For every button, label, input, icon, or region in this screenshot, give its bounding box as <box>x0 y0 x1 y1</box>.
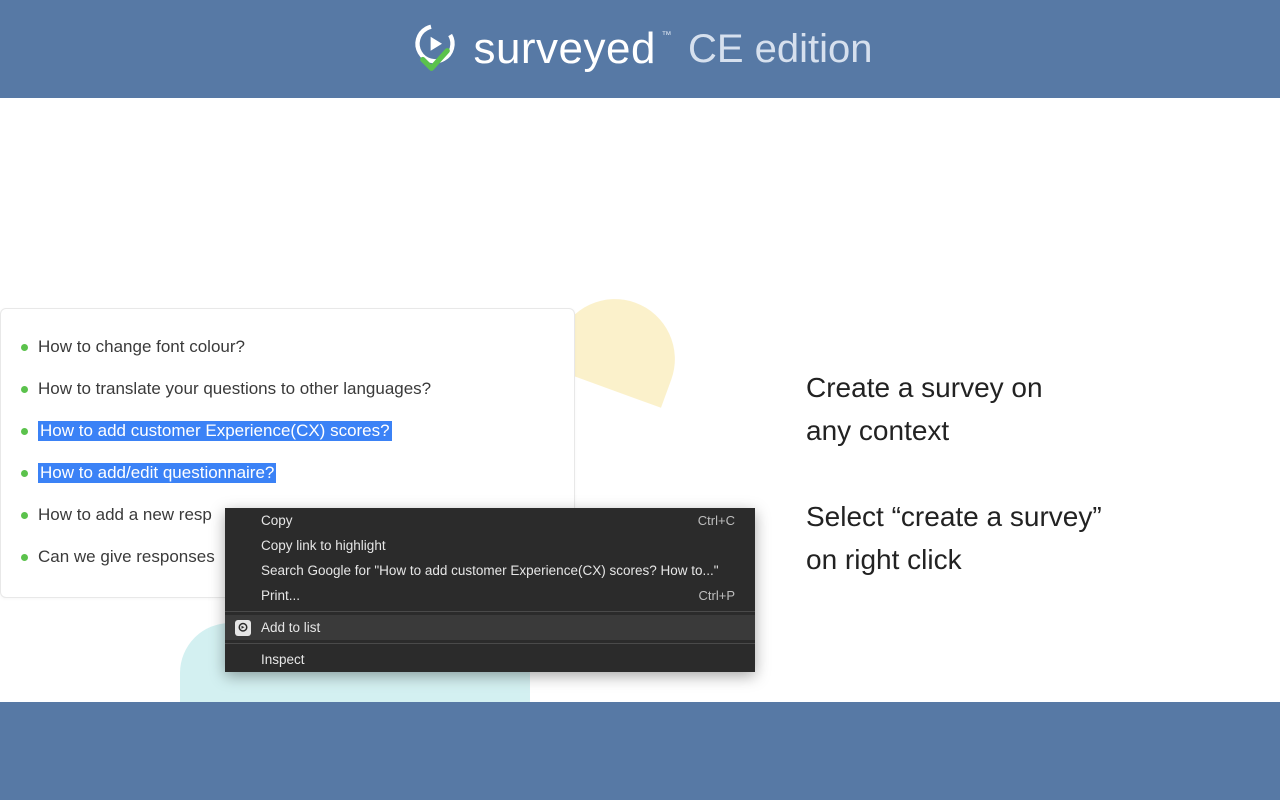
question-text-selected: How to add/edit questionnaire? <box>38 463 276 483</box>
edition-label: CE edition <box>688 27 873 72</box>
bullet-icon <box>21 386 28 393</box>
extension-icon <box>235 620 251 636</box>
brand-text: surveyed <box>473 24 656 73</box>
menu-shortcut: Ctrl+C <box>698 513 735 528</box>
menu-shortcut: Ctrl+P <box>699 588 735 603</box>
instruction-line: any context <box>806 409 1226 452</box>
question-text: Can we give responses <box>38 547 215 567</box>
context-menu: Copy Ctrl+C Copy link to highlight Searc… <box>225 508 755 672</box>
question-text: How to translate your questions to other… <box>38 379 431 399</box>
instruction-para-2: Select “create a survey” on right click <box>806 495 1226 582</box>
context-menu-print[interactable]: Print... Ctrl+P <box>225 583 755 608</box>
menu-label: Copy link to highlight <box>261 538 386 553</box>
menu-label: Add to list <box>261 620 320 635</box>
bullet-icon <box>21 428 28 435</box>
list-item[interactable]: How to change font colour? <box>21 337 554 357</box>
instruction-line: Select “create a survey” <box>806 495 1226 538</box>
bullet-icon <box>21 554 28 561</box>
menu-label: Search Google for "How to add customer E… <box>261 563 719 578</box>
question-text: How to change font colour? <box>38 337 245 357</box>
menu-label: Copy <box>261 513 293 528</box>
context-menu-separator <box>225 643 755 644</box>
instruction-line: Create a survey on <box>806 366 1226 409</box>
trademark-symbol: ™ <box>661 30 672 41</box>
content-area: How to change font colour? How to transl… <box>0 98 1280 702</box>
instruction-text: Create a survey on any context Select “c… <box>806 366 1226 582</box>
context-menu-add-to-list[interactable]: Add to list <box>225 615 755 640</box>
brand-lockup: surveyed ™ <box>407 21 656 77</box>
footer-banner <box>0 702 1280 800</box>
context-menu-copy[interactable]: Copy Ctrl+C <box>225 508 755 533</box>
context-menu-search-google[interactable]: Search Google for "How to add customer E… <box>225 558 755 583</box>
bullet-icon <box>21 344 28 351</box>
question-text-selected: How to add customer Experience(CX) score… <box>38 421 392 441</box>
instruction-para-1: Create a survey on any context <box>806 366 1226 453</box>
header-banner: surveyed ™ CE edition <box>0 0 1280 98</box>
context-menu-inspect[interactable]: Inspect <box>225 647 755 672</box>
question-text: How to add a new resp <box>38 505 212 525</box>
bullet-icon <box>21 512 28 519</box>
menu-label: Inspect <box>261 652 305 667</box>
instruction-line: on right click <box>806 538 1226 581</box>
context-menu-separator <box>225 611 755 612</box>
list-item[interactable]: How to add customer Experience(CX) score… <box>21 421 554 441</box>
list-item[interactable]: How to add/edit questionnaire? <box>21 463 554 483</box>
surveyed-logo-icon <box>407 21 463 77</box>
bullet-icon <box>21 470 28 477</box>
list-item[interactable]: How to translate your questions to other… <box>21 379 554 399</box>
context-menu-copy-link-highlight[interactable]: Copy link to highlight <box>225 533 755 558</box>
brand-name: surveyed ™ <box>473 24 656 74</box>
menu-label: Print... <box>261 588 300 603</box>
